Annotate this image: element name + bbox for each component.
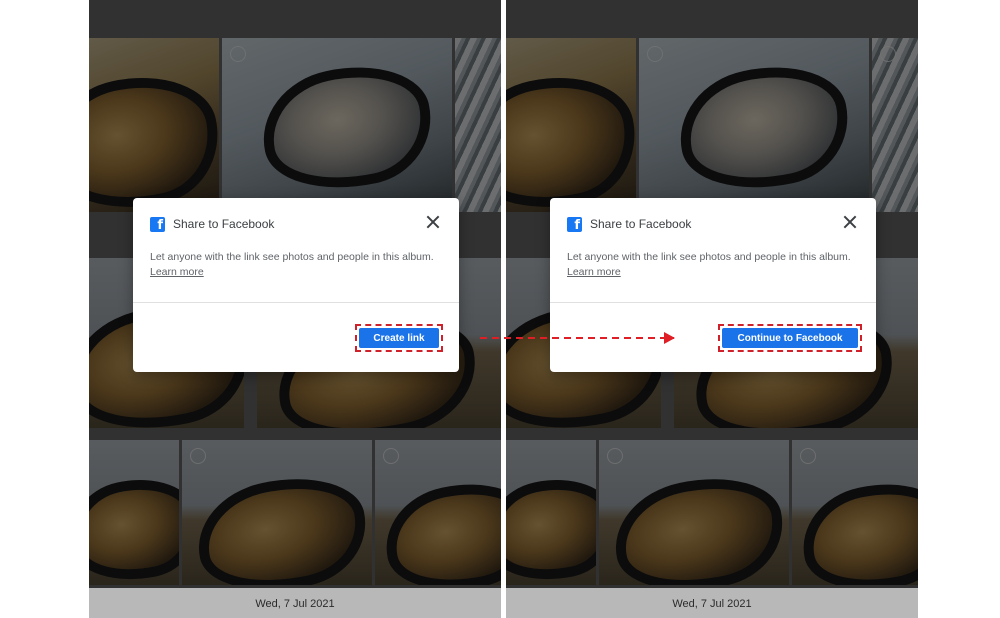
facebook-icon: f xyxy=(150,216,165,232)
dialog-divider xyxy=(550,302,876,303)
dialog-header: f Share to Facebook xyxy=(150,216,274,232)
dialog-message-block: Let anyone with the link see photos and … xyxy=(567,250,867,280)
share-dialog-right: f Share to Facebook Let anyone with the … xyxy=(550,198,876,372)
learn-more-link[interactable]: Learn more xyxy=(567,265,867,280)
close-icon[interactable] xyxy=(843,215,857,229)
continue-to-facebook-button[interactable]: Continue to Facebook xyxy=(722,328,858,348)
dialog-message: Let anyone with the link see photos and … xyxy=(567,251,851,263)
arrow-head-icon xyxy=(664,332,675,344)
facebook-icon: f xyxy=(567,216,582,232)
date-header: Wed, 7 Jul 2021 xyxy=(89,588,501,618)
dialog-divider xyxy=(133,302,459,303)
share-dialog-left: f Share to Facebook Let anyone with the … xyxy=(133,198,459,372)
close-icon[interactable] xyxy=(426,215,440,229)
dialog-message: Let anyone with the link see photos and … xyxy=(150,251,434,263)
dialog-header: f Share to Facebook xyxy=(567,216,691,232)
learn-more-link[interactable]: Learn more xyxy=(150,265,450,280)
dialog-title: Share to Facebook xyxy=(173,217,275,231)
arrow-right-icon xyxy=(480,337,674,339)
create-link-button[interactable]: Create link xyxy=(359,328,439,348)
highlight-box: Create link xyxy=(355,324,443,352)
dialog-message-block: Let anyone with the link see photos and … xyxy=(150,250,450,280)
highlight-box: Continue to Facebook xyxy=(718,324,862,352)
dialog-title: Share to Facebook xyxy=(590,217,692,231)
date-header: Wed, 7 Jul 2021 xyxy=(506,588,918,618)
